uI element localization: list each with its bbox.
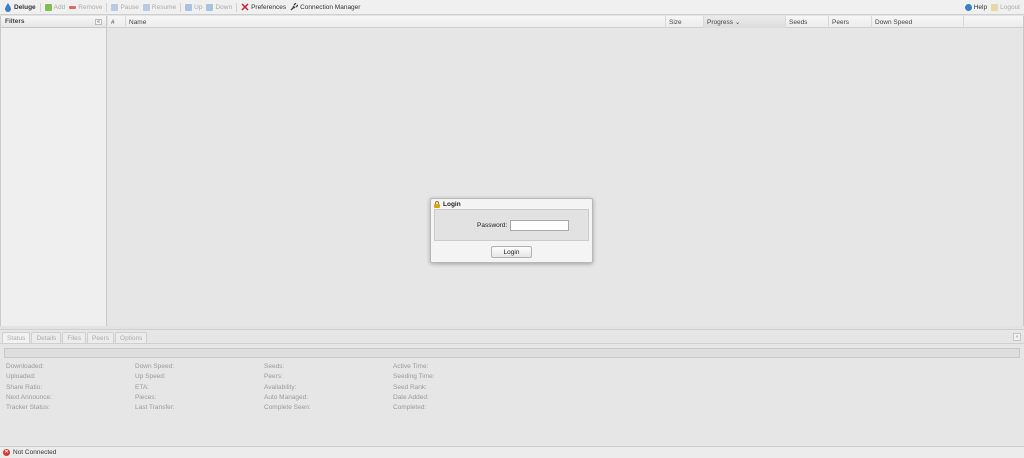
filters-panel: Filters «	[0, 16, 107, 326]
stat-completed: Completed:	[393, 404, 427, 412]
login-form: Password:	[434, 209, 589, 241]
remove-label: Remove	[78, 3, 103, 11]
column-size[interactable]: Size	[666, 16, 704, 28]
stat-share-ratio: Share Ratio:	[6, 383, 43, 391]
stat-auto-managed: Auto Managed:	[264, 393, 309, 401]
deluge-logo: Deluge	[2, 1, 38, 14]
login-button[interactable]: Login	[491, 246, 532, 258]
torrent-progress-bar	[4, 348, 1020, 358]
stat-tracker-status: Tracker Status:	[6, 404, 50, 412]
column-number[interactable]: #	[108, 16, 126, 28]
filters-header: Filters «	[1, 16, 106, 28]
up-button[interactable]: Up	[183, 1, 204, 14]
toolbar-separator	[236, 2, 238, 12]
pause-icon	[111, 3, 119, 11]
stat-active-time: Active Time:	[393, 363, 429, 370]
plug-icon	[290, 3, 299, 11]
stat-down-speed: Down Speed:	[135, 363, 175, 370]
filters-title: Filters	[5, 18, 25, 25]
connection-manager-button[interactable]: Connection Manager	[288, 1, 362, 14]
stat-eta: ETA:	[135, 383, 149, 391]
column-progress[interactable]: Progress ⌄	[704, 16, 786, 28]
logout-button[interactable]: Logout	[989, 1, 1022, 14]
up-label: Up	[194, 3, 203, 11]
toolbar-separator	[180, 2, 182, 12]
play-icon	[142, 3, 150, 11]
minus-icon	[69, 5, 77, 9]
stat-downloaded: Downloaded:	[6, 363, 44, 370]
pause-label: Pause	[120, 3, 139, 11]
tab-options[interactable]: Options	[115, 332, 148, 343]
column-name[interactable]: Name	[126, 16, 666, 28]
down-button[interactable]: Down	[204, 1, 234, 14]
help-button[interactable]: Help	[963, 1, 989, 14]
lock-icon	[434, 200, 440, 208]
stat-next-announce: Next Announce:	[6, 393, 52, 401]
column-down-speed[interactable]: Down Speed	[872, 16, 964, 28]
help-icon	[964, 4, 972, 11]
tools-icon	[241, 3, 249, 11]
resume-button[interactable]: Resume	[141, 1, 178, 14]
pause-button[interactable]: Pause	[109, 1, 140, 14]
stat-date-added: Date Added:	[393, 393, 429, 401]
stat-pieces: Pieces:	[135, 393, 157, 401]
column-seeds[interactable]: Seeds	[786, 16, 829, 28]
tab-status[interactable]: Status	[2, 332, 31, 343]
login-title: Login	[443, 200, 461, 208]
app-title: Deluge	[14, 3, 36, 11]
remove-button[interactable]: Remove	[67, 1, 104, 14]
stat-complete-seen: Complete Seen:	[264, 404, 311, 412]
toolbar: Deluge Add Remove Pause Resume Up Down P…	[0, 0, 1024, 15]
stat-last-transfer: Last Transfer:	[135, 404, 175, 412]
deluge-icon	[5, 2, 11, 12]
help-label: Help	[973, 4, 988, 11]
logout-icon	[991, 4, 999, 11]
connection-manager-label: Connection Manager	[300, 3, 361, 11]
column-peers[interactable]: Peers	[829, 16, 872, 28]
login-dialog: Login Password: Login	[430, 198, 593, 263]
add-button[interactable]: Add	[43, 1, 68, 14]
toolbar-separator	[39, 2, 41, 12]
status-bar: ✕ Not Connected	[0, 446, 1024, 458]
details-tabs: Status Details Files Peers Options »	[0, 330, 1024, 344]
toolbar-right: Help Logout	[963, 1, 1022, 14]
details-panel: Status Details Files Peers Options » Dow…	[0, 329, 1024, 446]
tab-details[interactable]: Details	[31, 332, 62, 343]
tab-files[interactable]: Files	[62, 332, 87, 343]
arrow-down-icon	[206, 3, 214, 11]
login-title-bar: Login	[431, 199, 592, 209]
stat-peers: Peers:	[264, 373, 283, 381]
connection-status: Not Connected	[13, 449, 57, 456]
grid-header: # Name Size Progress ⌄ Seeds Peers Down …	[108, 16, 1023, 28]
stat-seeding-time: Seeding Time:	[393, 373, 435, 381]
stat-seeds: Seeds:	[264, 363, 285, 370]
collapse-details-icon[interactable]: »	[1013, 333, 1021, 341]
disconnected-icon: ✕	[3, 449, 10, 456]
stats-column: Downloaded: Uploaded: Share Ratio: Next …	[6, 363, 131, 414]
password-input[interactable]	[510, 219, 570, 231]
add-label: Add	[53, 3, 66, 11]
tab-peers[interactable]: Peers	[87, 332, 115, 343]
preferences-button[interactable]: Preferences	[239, 1, 288, 14]
stat-availability: Availability:	[264, 383, 297, 391]
stat-up-speed: Up Speed:	[135, 373, 166, 381]
stat-seed-rank: Seed Rank:	[393, 383, 427, 391]
logout-label: Logout	[1000, 4, 1020, 11]
torrent-grid: # Name Size Progress ⌄ Seeds Peers Down …	[108, 16, 1024, 326]
stats-column: Seeds: Peers: Availability: Auto Managed…	[264, 363, 389, 414]
toolbar-separator	[106, 2, 108, 12]
plus-icon	[44, 3, 52, 11]
arrow-up-icon	[185, 3, 193, 11]
collapse-icon[interactable]: «	[95, 18, 102, 25]
stat-uploaded: Uploaded:	[6, 373, 36, 381]
stats-column: Active Time: Seeding Time: Seed Rank: Da…	[393, 363, 518, 414]
preferences-label: Preferences	[251, 3, 287, 11]
down-label: Down	[215, 3, 233, 11]
stats-column: Down Speed: Up Speed: ETA: Pieces: Last …	[135, 363, 260, 414]
password-label: Password:	[477, 221, 508, 229]
resume-label: Resume	[151, 3, 177, 11]
